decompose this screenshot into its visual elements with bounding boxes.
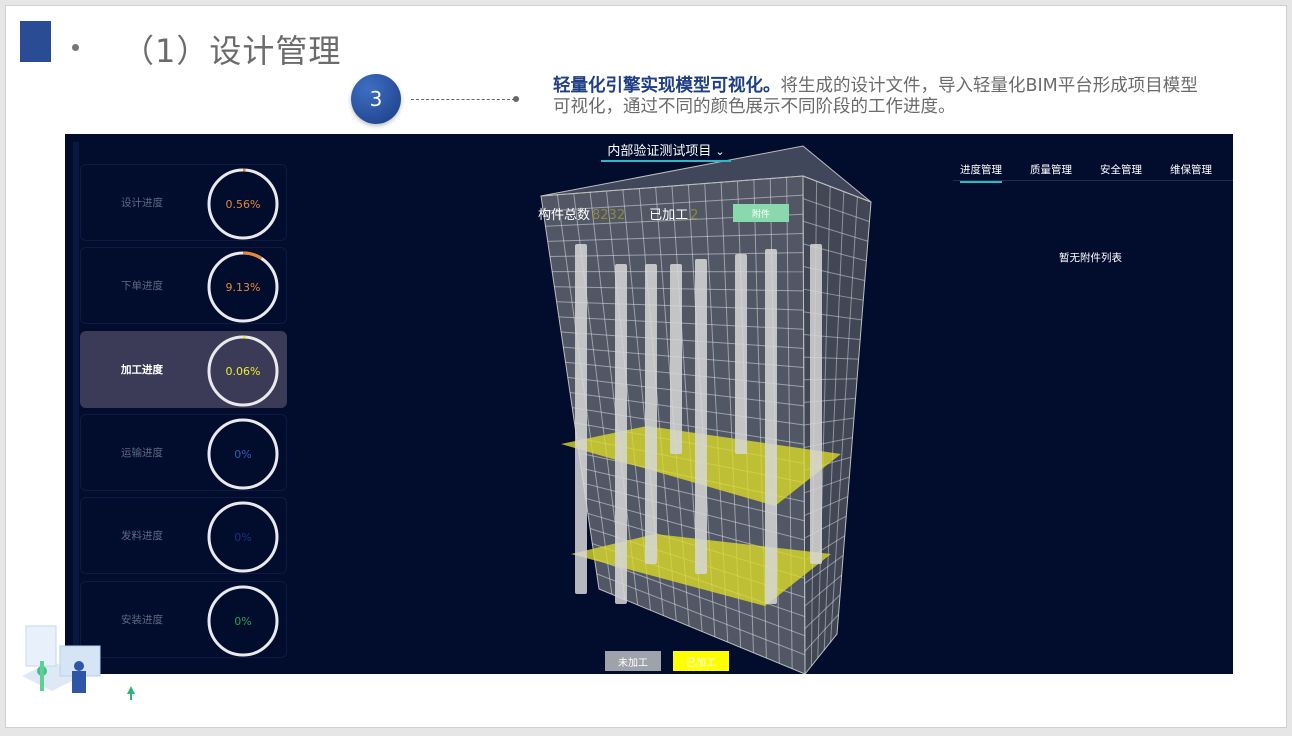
progress-card-label: 下单进度 [121,280,163,292]
total-value: 8232 [592,208,626,223]
progress-card[interactable]: 下单进度 9.13% [80,247,287,324]
title-accent-square [20,21,51,62]
progress-card-label: 设计进度 [121,197,163,209]
progress-card-value: 0% [234,447,252,461]
progress-card[interactable]: 发料进度 0% [80,497,287,574]
tab-maintenance[interactable]: 维保管理 [1170,162,1212,177]
progress-card-value: 0% [234,530,252,544]
progress-card-value: 0.06% [225,364,261,378]
column [670,264,682,454]
step-connector-line [411,99,515,100]
column [615,264,627,604]
column [735,254,747,454]
progress-card[interactable]: 设计进度 0.56% [80,164,287,241]
column [765,249,777,604]
step-connector-dot [513,96,519,102]
processed-label: 已加工 [649,208,689,223]
project-name: 内部验证测试项目 [607,144,712,159]
page-title: （1）设计管理 [122,32,342,70]
progress-card-label: 发料进度 [121,530,163,542]
column [695,259,707,574]
component-stats: 构件总数 8232 已加工 2 [538,204,698,223]
legend-processed[interactable]: 已加工 [673,651,729,671]
step-number-badge: 3 [351,74,401,124]
step-highlight: 轻量化引擎实现模型可视化。 [553,76,781,96]
column [575,244,587,594]
progress-card[interactable]: 运输进度 0% [80,414,287,491]
column [645,264,657,564]
progress-card[interactable]: 加工进度 0.06% [80,331,287,408]
bullet-dot [72,44,79,51]
chevron-down-icon: ⌄ [715,145,725,158]
decorative-illustration [22,625,135,700]
progress-card-value: 0% [234,614,252,628]
slide: （1）设计管理 3 轻量化引擎实现模型可视化。将生成的设计文件，导入轻量化BIM… [5,5,1287,728]
empty-attachment-message: 暂无附件列表 [1059,252,1122,264]
legend-unprocessed[interactable]: 未加工 [605,651,661,671]
bim-viewer-screenshot: 设计进度 0.56% 下单进度 9.13% 加工进度 0.06% 运输进度 0% 发料进度 0% 安… [65,134,1233,674]
progress-card-value: 0.56% [225,197,261,211]
step-description: 轻量化引擎实现模型可视化。将生成的设计文件，导入轻量化BIM平台形成项目模型可视… [553,76,1203,118]
sidebar-edge [73,142,79,674]
attachment-button[interactable]: 附件 [733,204,789,222]
progress-card-label: 运输进度 [121,447,163,459]
tab-progress[interactable]: 进度管理 [960,162,1002,183]
total-label: 构件总数 [538,208,591,223]
tab-quality[interactable]: 质量管理 [1030,162,1072,177]
project-selector[interactable]: 内部验证测试项目 ⌄ [601,140,731,162]
column [810,244,822,564]
progress-card-value: 9.13% [225,280,261,294]
tab-safety[interactable]: 安全管理 [1100,162,1142,177]
processed-value: 2 [690,208,699,223]
management-tabs: 进度管理 质量管理 安全管理 维保管理 [953,160,1233,183]
progress-card-label: 加工进度 [121,364,163,376]
